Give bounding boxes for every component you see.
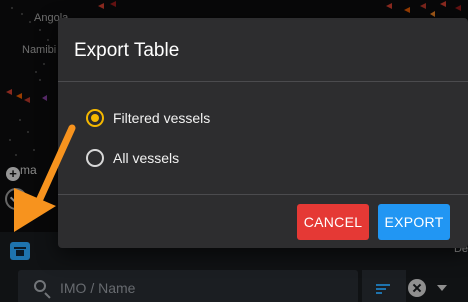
- option-label: Filtered vessels: [113, 110, 211, 126]
- dialog-divider-top: [58, 81, 468, 82]
- radio-button-unchecked[interactable]: [86, 149, 104, 167]
- cancel-button[interactable]: CANCEL: [297, 204, 369, 240]
- dialog-divider-bottom: [58, 194, 468, 195]
- option-label: All vessels: [113, 150, 180, 166]
- option-all-vessels[interactable]: All vessels: [86, 148, 179, 168]
- export-table-dialog: Export Table Filtered vessels All vessel…: [58, 18, 468, 248]
- app-stage: Angola Namibi + ma s" De Export Table Fi…: [0, 0, 468, 302]
- option-filtered-vessels[interactable]: Filtered vessels: [86, 108, 210, 128]
- export-button[interactable]: EXPORT: [378, 204, 450, 240]
- dialog-title: Export Table: [74, 40, 180, 61]
- radio-button-checked[interactable]: [86, 109, 104, 127]
